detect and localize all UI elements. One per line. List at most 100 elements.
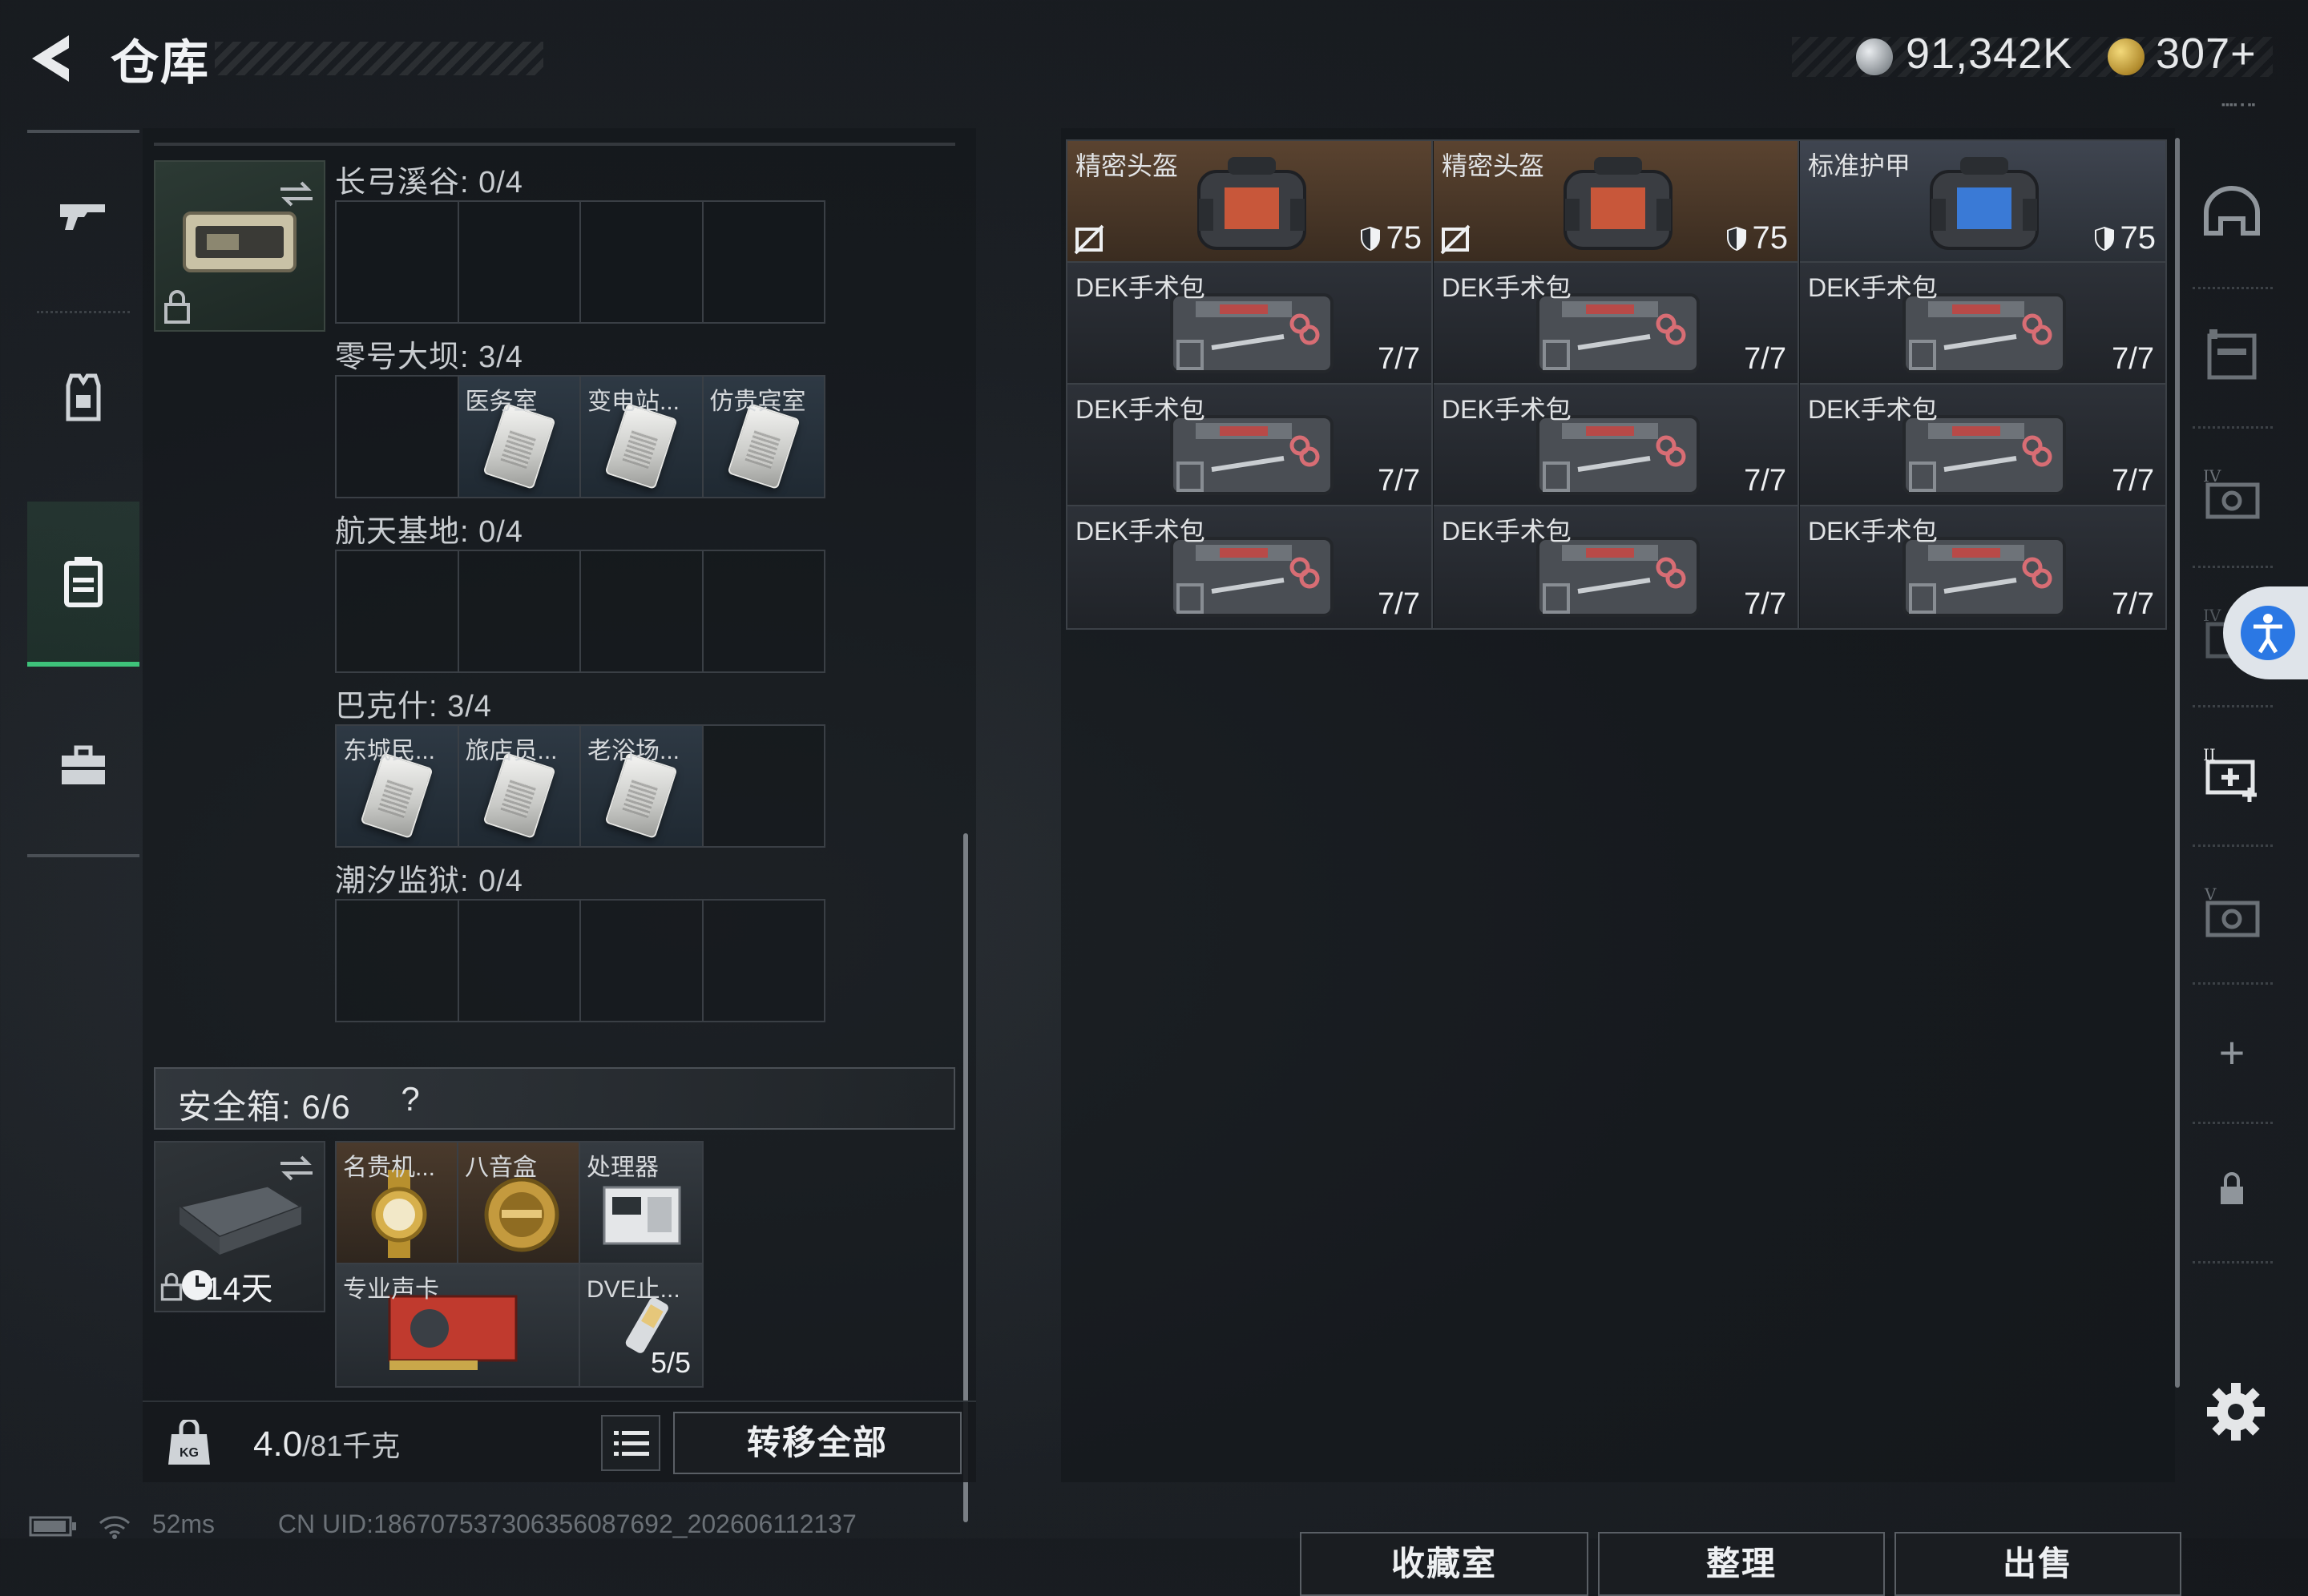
weight-value: 4.0/81千克 xyxy=(253,1423,400,1465)
empty-slot[interactable] xyxy=(581,202,704,322)
svg-text:KG: KG xyxy=(180,1446,199,1460)
music-box-item[interactable]: 八音盒 xyxy=(458,1143,580,1264)
nav-vest[interactable] xyxy=(27,317,139,478)
item-label: DEK手术包 xyxy=(1075,395,1205,424)
empty-slot[interactable] xyxy=(704,202,825,322)
processor-item[interactable]: 处理器 xyxy=(580,1143,704,1264)
medkit-item[interactable]: 7/7 DEK手术包 xyxy=(1067,385,1433,506)
panel-divider xyxy=(154,143,955,146)
item-label: 东城民... xyxy=(343,738,436,764)
toolbox-icon xyxy=(62,745,105,784)
empty-slot[interactable] xyxy=(704,726,825,846)
backpack-icon xyxy=(64,557,103,607)
medkit-item[interactable]: 7/7 DEK手术包 xyxy=(1800,263,2165,385)
medkit-item[interactable]: 7/7 DEK手术包 xyxy=(1067,263,1433,385)
add-medkit-slot[interactable]: II xyxy=(2180,705,2284,841)
empty-slot[interactable] xyxy=(704,551,825,671)
medkit-item[interactable]: 7/7 DEK手术包 xyxy=(1434,506,1799,628)
silver-amount[interactable]: 91,342K xyxy=(1906,29,2072,79)
nav-backpack[interactable] xyxy=(27,502,139,667)
empty-slot[interactable] xyxy=(581,551,704,671)
armor-bag-icon xyxy=(1197,157,1306,250)
swap-icon[interactable] xyxy=(276,1152,317,1184)
lock-icon xyxy=(164,290,190,324)
safe-box-days: 14天 xyxy=(205,1272,273,1307)
armor-item[interactable]: 75 标准护甲 xyxy=(1800,141,2165,263)
keycard-item[interactable]: 变电站... xyxy=(581,377,704,497)
empty-slot[interactable] xyxy=(337,901,459,1021)
empty-slot[interactable] xyxy=(459,901,581,1021)
empty-slot[interactable] xyxy=(337,377,459,497)
silver-coin-icon xyxy=(1856,38,1893,75)
empty-slot[interactable] xyxy=(704,901,825,1021)
top-bar: 仓库 91,342K 307+ ▪▪▪▪ ▪ ▪▪ xyxy=(0,0,2308,120)
keycard-item[interactable]: 仿贵宾室 xyxy=(703,377,824,497)
keycard-item[interactable]: 东城民... xyxy=(337,726,459,846)
back-arrow-icon[interactable] xyxy=(24,30,80,87)
watch-item[interactable]: 名贵机... xyxy=(337,1143,458,1264)
accessibility-button[interactable] xyxy=(2223,586,2308,679)
empty-slot[interactable] xyxy=(459,202,581,322)
organize-button[interactable]: 整理 xyxy=(1598,1532,1885,1596)
durability: 75 xyxy=(1359,220,1422,256)
left-nav xyxy=(27,130,139,857)
medkit-item[interactable]: 7/7 DEK手术包 xyxy=(1067,506,1433,628)
shield-icon xyxy=(2094,226,2114,251)
item-label: 名贵机... xyxy=(343,1155,436,1181)
settings-icon[interactable] xyxy=(2205,1381,2266,1442)
safe-box-grid: 名贵机... 八音盒 处理器 专业声卡 DVE止... 5/5 xyxy=(335,1141,704,1388)
helmet-item[interactable]: 75 精密头盔 xyxy=(1434,141,1799,263)
sell-button[interactable]: 出售 xyxy=(1894,1532,2181,1596)
safe-box-slot[interactable]: 14天 xyxy=(154,1141,325,1312)
nav-toolbox[interactable] xyxy=(27,686,139,846)
keycard-item[interactable]: 老浴场... xyxy=(581,726,704,846)
swap-icon[interactable] xyxy=(276,178,317,210)
empty-slot[interactable] xyxy=(337,551,459,671)
processor-icon xyxy=(603,1186,681,1245)
list-view-button[interactable] xyxy=(601,1415,660,1471)
weight-current: 4.0 xyxy=(253,1425,303,1464)
helmet-slot[interactable] xyxy=(2180,146,2284,282)
wifi-icon xyxy=(99,1515,130,1539)
medkit-item[interactable]: 7/7 DEK手术包 xyxy=(1800,385,2165,506)
sound-card-item[interactable]: 专业声卡 xyxy=(337,1264,580,1388)
add-slot-button[interactable]: + xyxy=(2180,984,2284,1120)
item-label: DVE止... xyxy=(587,1276,680,1303)
watch-icon xyxy=(371,1170,427,1258)
empty-slot[interactable] xyxy=(337,202,459,322)
dve-item[interactable]: DVE止... 5/5 xyxy=(580,1264,704,1388)
helmet-item[interactable]: 75 精密头盔 xyxy=(1067,141,1433,263)
armor-slot[interactable] xyxy=(2180,287,2284,423)
group-label: 长弓溪谷: 0/4 xyxy=(335,166,523,200)
item-label: 精密头盔 xyxy=(1442,151,1545,180)
transfer-all-button[interactable]: 转移全部 xyxy=(673,1412,962,1474)
keycard-item[interactable]: 旅店员... xyxy=(458,726,581,846)
title-decoration xyxy=(215,42,543,75)
armor-bag-icon xyxy=(1930,157,2039,250)
keycard-case-slot[interactable] xyxy=(154,160,325,332)
item-label: DEK手术包 xyxy=(1442,273,1572,302)
item-label: DEK手术包 xyxy=(1075,273,1205,302)
item-count: 7/7 xyxy=(1744,587,1786,621)
nav-separator xyxy=(2193,1261,2273,1264)
nav-weapon[interactable] xyxy=(27,133,139,293)
item-label: DEK手术包 xyxy=(1808,395,1938,424)
durability-value: 75 xyxy=(1386,220,1422,256)
item-label: DEK手术包 xyxy=(1808,273,1938,302)
case-slot-iv[interactable]: IV xyxy=(2180,426,2284,562)
help-button[interactable]: ? xyxy=(388,1077,433,1122)
svg-text:IV: IV xyxy=(2203,466,2221,486)
item-label: 老浴场... xyxy=(587,738,680,764)
medkit-item[interactable]: 7/7 DEK手术包 xyxy=(1800,506,2165,628)
collection-button[interactable]: 收藏室 xyxy=(1300,1532,1588,1596)
empty-slot[interactable] xyxy=(581,901,704,1021)
empty-slot[interactable] xyxy=(459,551,581,671)
keycard-item[interactable]: 医务室 xyxy=(458,377,581,497)
container-panel: 长弓溪谷: 0/4 零号大坝: 3/4 医务室 变电站... 仿贵宾室 航天基地… xyxy=(143,128,976,1522)
medkit-item[interactable]: 7/7 DEK手术包 xyxy=(1434,385,1799,506)
case-slot-v[interactable]: V xyxy=(2180,844,2284,981)
medkit-item[interactable]: 7/7 DEK手术包 xyxy=(1434,263,1799,385)
item-label: DEK手术包 xyxy=(1442,517,1572,546)
gold-amount[interactable]: 307+ xyxy=(2156,29,2257,79)
gun-icon xyxy=(60,204,105,230)
